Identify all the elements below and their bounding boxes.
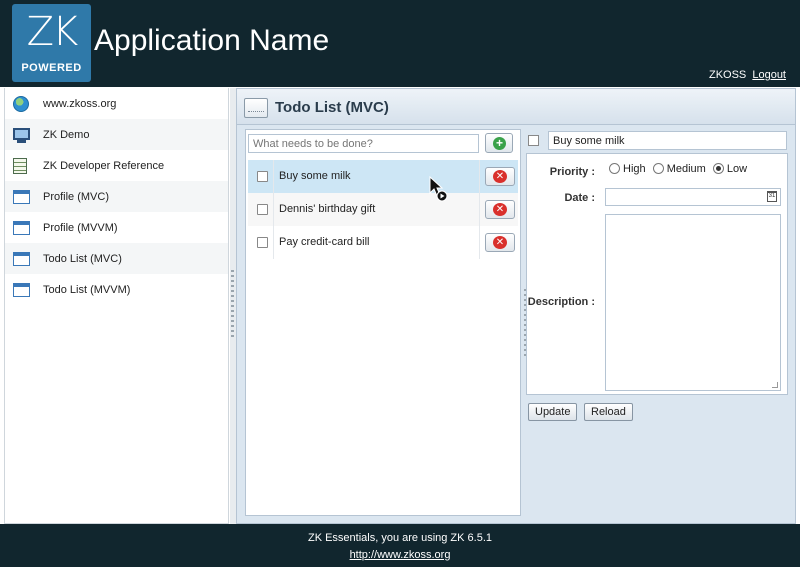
todo-label: Pay credit-card bill bbox=[279, 236, 370, 248]
todo-list-panel: + Buy some milk ✕ Dennis' birthday gift … bbox=[245, 129, 521, 516]
priority-high-label: High bbox=[623, 163, 646, 175]
splitter-grip-icon bbox=[231, 270, 234, 340]
calendar-icon[interactable]: 31 bbox=[767, 191, 777, 202]
sidebar-item-label: ZK Demo bbox=[43, 128, 90, 141]
todo-panel: Todo List (MVC) + Buy some milk ✕ Dennis… bbox=[236, 88, 796, 524]
todo-label: Buy some milk bbox=[279, 170, 351, 182]
todo-checkbox[interactable] bbox=[257, 171, 268, 182]
radio-icon bbox=[609, 163, 620, 174]
delete-icon: ✕ bbox=[493, 203, 507, 216]
user-area: ZKOSS Logout bbox=[709, 69, 786, 81]
sidebar-item-label: www.zkoss.org bbox=[43, 97, 117, 110]
update-button[interactable]: Update bbox=[528, 403, 578, 421]
todo-checkbox[interactable] bbox=[257, 204, 268, 215]
mouse-pointer-icon bbox=[429, 176, 448, 202]
sidebar-item-label: ZK Developer Reference bbox=[43, 159, 165, 172]
sidebar-nav: www.zkoss.org ZK Demo ZK Developer Refer… bbox=[4, 88, 229, 524]
description-textarea[interactable] bbox=[605, 214, 781, 391]
priority-radio-group: High Medium Low bbox=[609, 163, 751, 175]
date-label: Date : bbox=[564, 192, 595, 204]
priority-label: Priority : bbox=[549, 166, 595, 178]
sidebar-item-profile-mvc[interactable]: Profile (MVC) bbox=[5, 181, 228, 212]
sidebar-item-zkoss[interactable]: www.zkoss.org bbox=[5, 88, 228, 119]
sidebar-item-label: Todo List (MVVM) bbox=[43, 283, 131, 296]
footer-text: ZK Essentials, you are using ZK 6.5.1 bbox=[307, 532, 493, 544]
todo-detail-panel: Priority : High Medium Low Date : 31 Des… bbox=[526, 129, 788, 516]
detail-done-checkbox[interactable] bbox=[528, 135, 539, 146]
delete-icon: ✕ bbox=[493, 170, 507, 183]
logo-powered-text: POWERED bbox=[21, 62, 82, 74]
resize-grip-icon[interactable] bbox=[772, 382, 778, 388]
delete-todo-button[interactable]: ✕ bbox=[485, 167, 515, 186]
sidebar-item-todo-mvvm[interactable]: Todo List (MVVM) bbox=[5, 274, 228, 305]
page-title: Todo List (MVC) bbox=[275, 99, 389, 116]
delete-todo-button[interactable]: ✕ bbox=[485, 233, 515, 252]
sidebar-item-label: Profile (MVVM) bbox=[43, 221, 118, 234]
sidebar-item-label: Profile (MVC) bbox=[43, 190, 110, 203]
priority-medium-option[interactable]: Medium bbox=[652, 163, 706, 175]
panel-header: Todo List (MVC) bbox=[237, 89, 795, 125]
plus-icon: + bbox=[493, 137, 506, 150]
sidebar-item-zk-demo[interactable]: ZK Demo bbox=[5, 119, 228, 150]
sidebar-item-label: Todo List (MVC) bbox=[43, 252, 122, 265]
priority-high-option[interactable]: High bbox=[609, 163, 646, 175]
detail-header bbox=[526, 129, 788, 153]
window-icon bbox=[13, 251, 31, 267]
footer-link[interactable]: http://www.zkoss.org bbox=[350, 549, 451, 561]
priority-low-label: Low bbox=[726, 163, 748, 175]
sidebar-item-dev-reference[interactable]: ZK Developer Reference bbox=[5, 150, 228, 181]
window-icon bbox=[13, 189, 31, 205]
panel-window-icon bbox=[244, 98, 268, 118]
logo-text: ZK bbox=[26, 9, 79, 55]
delete-icon: ✕ bbox=[493, 236, 507, 249]
priority-medium-label: Medium bbox=[666, 163, 706, 175]
document-icon bbox=[13, 157, 31, 174]
app-header: ZK POWERED Application Name ZKOSS Logout bbox=[0, 0, 800, 87]
window-icon bbox=[13, 220, 31, 236]
todo-name-input[interactable] bbox=[548, 131, 787, 150]
new-todo-input[interactable] bbox=[248, 134, 479, 153]
reload-button[interactable]: Reload bbox=[584, 403, 633, 421]
delete-todo-button[interactable]: ✕ bbox=[485, 200, 515, 219]
todo-list: Buy some milk ✕ Dennis' birthday gift ✕ … bbox=[248, 160, 518, 259]
monitor-icon bbox=[13, 127, 31, 143]
zk-logo: ZK POWERED bbox=[12, 4, 91, 82]
priority-low-option[interactable]: Low bbox=[712, 163, 748, 175]
date-input[interactable]: 31 bbox=[605, 188, 781, 206]
app-footer: ZK Essentials, you are using ZK 6.5.1 ht… bbox=[0, 524, 800, 567]
sidebar-item-profile-mvvm[interactable]: Profile (MVVM) bbox=[5, 212, 228, 243]
app-title: Application Name bbox=[94, 24, 330, 57]
description-label: Description : bbox=[527, 296, 595, 308]
todo-row[interactable]: Dennis' birthday gift ✕ bbox=[248, 193, 518, 226]
window-icon bbox=[13, 282, 31, 298]
username: ZKOSS bbox=[708, 69, 747, 81]
detail-form: Priority : High Medium Low Date : 31 Des… bbox=[526, 153, 788, 395]
radio-icon bbox=[652, 163, 664, 174]
sidebar-item-todo-mvc[interactable]: Todo List (MVC) bbox=[5, 243, 228, 274]
logout-link[interactable]: Logout bbox=[752, 69, 786, 81]
todo-label: Dennis' birthday gift bbox=[279, 203, 376, 215]
todo-row[interactable]: Pay credit-card bill ✕ bbox=[248, 226, 518, 259]
todo-checkbox[interactable] bbox=[257, 237, 268, 248]
add-todo-button[interactable]: + bbox=[485, 133, 513, 153]
todo-row[interactable]: Buy some milk ✕ bbox=[248, 160, 518, 193]
globe-icon bbox=[13, 95, 31, 112]
radio-selected-icon bbox=[712, 163, 724, 174]
